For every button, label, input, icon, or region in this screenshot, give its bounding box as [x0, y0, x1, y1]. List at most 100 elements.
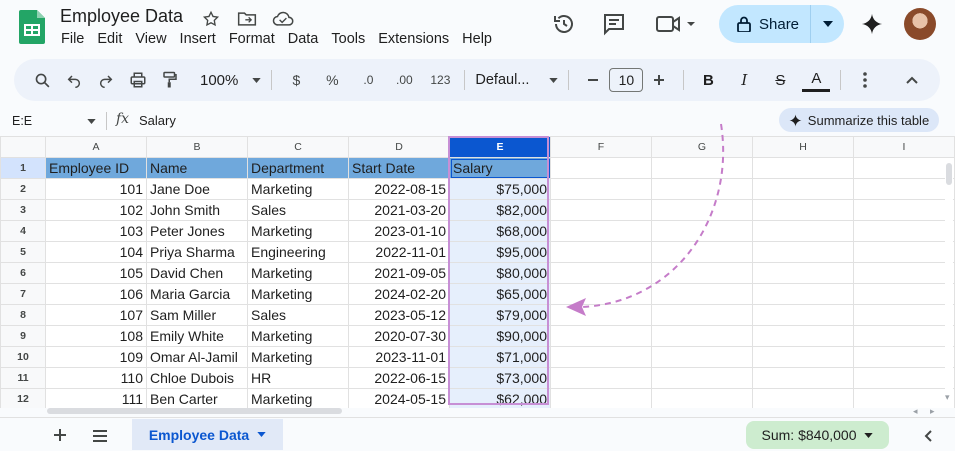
row-header[interactable]: 8: [0, 304, 46, 326]
cell[interactable]: $68,000: [449, 220, 551, 242]
column-header-g[interactable]: G: [651, 136, 753, 158]
vertical-scrollbar[interactable]: [945, 158, 953, 408]
cell[interactable]: [752, 220, 854, 242]
menu-data[interactable]: Data: [288, 31, 319, 47]
cell[interactable]: Marketing: [247, 178, 349, 200]
cell[interactable]: Name: [146, 157, 248, 179]
italic-button[interactable]: I: [730, 66, 758, 94]
cell[interactable]: Sales: [247, 304, 349, 326]
cell[interactable]: [550, 241, 652, 263]
cell[interactable]: [752, 178, 854, 200]
cell[interactable]: [752, 262, 854, 284]
cell[interactable]: [853, 178, 955, 200]
cell[interactable]: [550, 283, 652, 305]
column-header-h[interactable]: H: [752, 136, 854, 158]
cell[interactable]: [550, 220, 652, 242]
menu-view[interactable]: View: [135, 31, 166, 47]
share-dropdown-button[interactable]: [811, 21, 844, 27]
row-header[interactable]: 9: [0, 325, 46, 347]
cell[interactable]: 2022-11-01: [348, 241, 450, 263]
scroll-left-arrow-icon[interactable]: ◂: [913, 406, 918, 417]
row-header[interactable]: 5: [0, 241, 46, 263]
row-header[interactable]: 1: [0, 157, 46, 179]
cell[interactable]: $62,000: [449, 388, 551, 408]
meet-icon[interactable]: [655, 7, 699, 41]
cell[interactable]: [651, 346, 753, 368]
vertical-scroll-thumb[interactable]: [946, 163, 952, 185]
redo-icon[interactable]: [92, 66, 120, 94]
add-sheet-icon[interactable]: [52, 427, 68, 443]
cell[interactable]: Marketing: [247, 346, 349, 368]
cell[interactable]: Marketing: [247, 262, 349, 284]
name-box[interactable]: E:E: [8, 111, 100, 131]
cell[interactable]: David Chen: [146, 262, 248, 284]
select-all-corner[interactable]: [0, 136, 46, 158]
cell[interactable]: HR: [247, 367, 349, 389]
cell[interactable]: 2023-01-10: [348, 220, 450, 242]
cell[interactable]: [651, 304, 753, 326]
cell[interactable]: $90,000: [449, 325, 551, 347]
sheets-logo-icon[interactable]: [19, 10, 45, 44]
menu-file[interactable]: File: [61, 31, 84, 47]
move-folder-icon[interactable]: [236, 8, 258, 30]
menu-extensions[interactable]: Extensions: [378, 31, 449, 47]
cell[interactable]: $95,000: [449, 241, 551, 263]
percent-button[interactable]: %: [318, 66, 346, 94]
cell[interactable]: Sales: [247, 199, 349, 221]
cell[interactable]: [752, 241, 854, 263]
cell[interactable]: [651, 157, 753, 179]
row-header[interactable]: 4: [0, 220, 46, 242]
column-header-e[interactable]: E: [449, 136, 551, 158]
cell[interactable]: [651, 283, 753, 305]
menu-format[interactable]: Format: [229, 31, 275, 47]
cell[interactable]: Marketing: [247, 220, 349, 242]
plus-icon[interactable]: [645, 66, 673, 94]
gemini-spark-icon[interactable]: [860, 12, 884, 36]
cell[interactable]: [651, 325, 753, 347]
cell[interactable]: [550, 262, 652, 284]
cell[interactable]: 106: [45, 283, 147, 305]
cell[interactable]: [853, 388, 955, 408]
cell[interactable]: Omar Al-Jamil: [146, 346, 248, 368]
column-header-f[interactable]: F: [550, 136, 652, 158]
all-sheets-icon[interactable]: [91, 428, 109, 444]
cell[interactable]: John Smith: [146, 199, 248, 221]
cell[interactable]: Employee ID: [45, 157, 147, 179]
cell[interactable]: Department: [247, 157, 349, 179]
cell[interactable]: [550, 346, 652, 368]
cell[interactable]: [550, 178, 652, 200]
cell[interactable]: 102: [45, 199, 147, 221]
cell[interactable]: 2021-09-05: [348, 262, 450, 284]
row-header[interactable]: 3: [0, 199, 46, 221]
explore-icon[interactable]: [921, 428, 935, 444]
cell[interactable]: Jane Doe: [146, 178, 248, 200]
strikethrough-button[interactable]: S: [766, 66, 794, 94]
cell[interactable]: 107: [45, 304, 147, 326]
cell[interactable]: [752, 367, 854, 389]
font-size-input[interactable]: 10: [609, 68, 644, 92]
cell[interactable]: [752, 325, 854, 347]
column-header-i[interactable]: I: [853, 136, 955, 158]
cell[interactable]: 2023-11-01: [348, 346, 450, 368]
row-header[interactable]: 6: [0, 262, 46, 284]
cell[interactable]: [651, 199, 753, 221]
cloud-icon[interactable]: [272, 8, 294, 30]
font-select[interactable]: Defaul...: [475, 66, 559, 94]
cell[interactable]: [853, 283, 955, 305]
cell[interactable]: [853, 220, 955, 242]
share-button[interactable]: Share: [719, 5, 844, 43]
cell[interactable]: [550, 388, 652, 408]
increase-decimal-button[interactable]: .00: [390, 66, 418, 94]
zoom-select[interactable]: 100%: [200, 66, 262, 94]
row-header[interactable]: 10: [0, 346, 46, 368]
decrease-decimal-button[interactable]: .0: [354, 66, 382, 94]
cell[interactable]: [853, 367, 955, 389]
number-format-button[interactable]: 123: [426, 66, 454, 94]
cell[interactable]: [550, 157, 652, 179]
cell[interactable]: [651, 388, 753, 408]
cell[interactable]: Ben Carter: [146, 388, 248, 408]
sheet-tab-employee-data[interactable]: Employee Data: [132, 419, 283, 450]
cell[interactable]: 104: [45, 241, 147, 263]
cell[interactable]: [550, 199, 652, 221]
cell[interactable]: [853, 325, 955, 347]
